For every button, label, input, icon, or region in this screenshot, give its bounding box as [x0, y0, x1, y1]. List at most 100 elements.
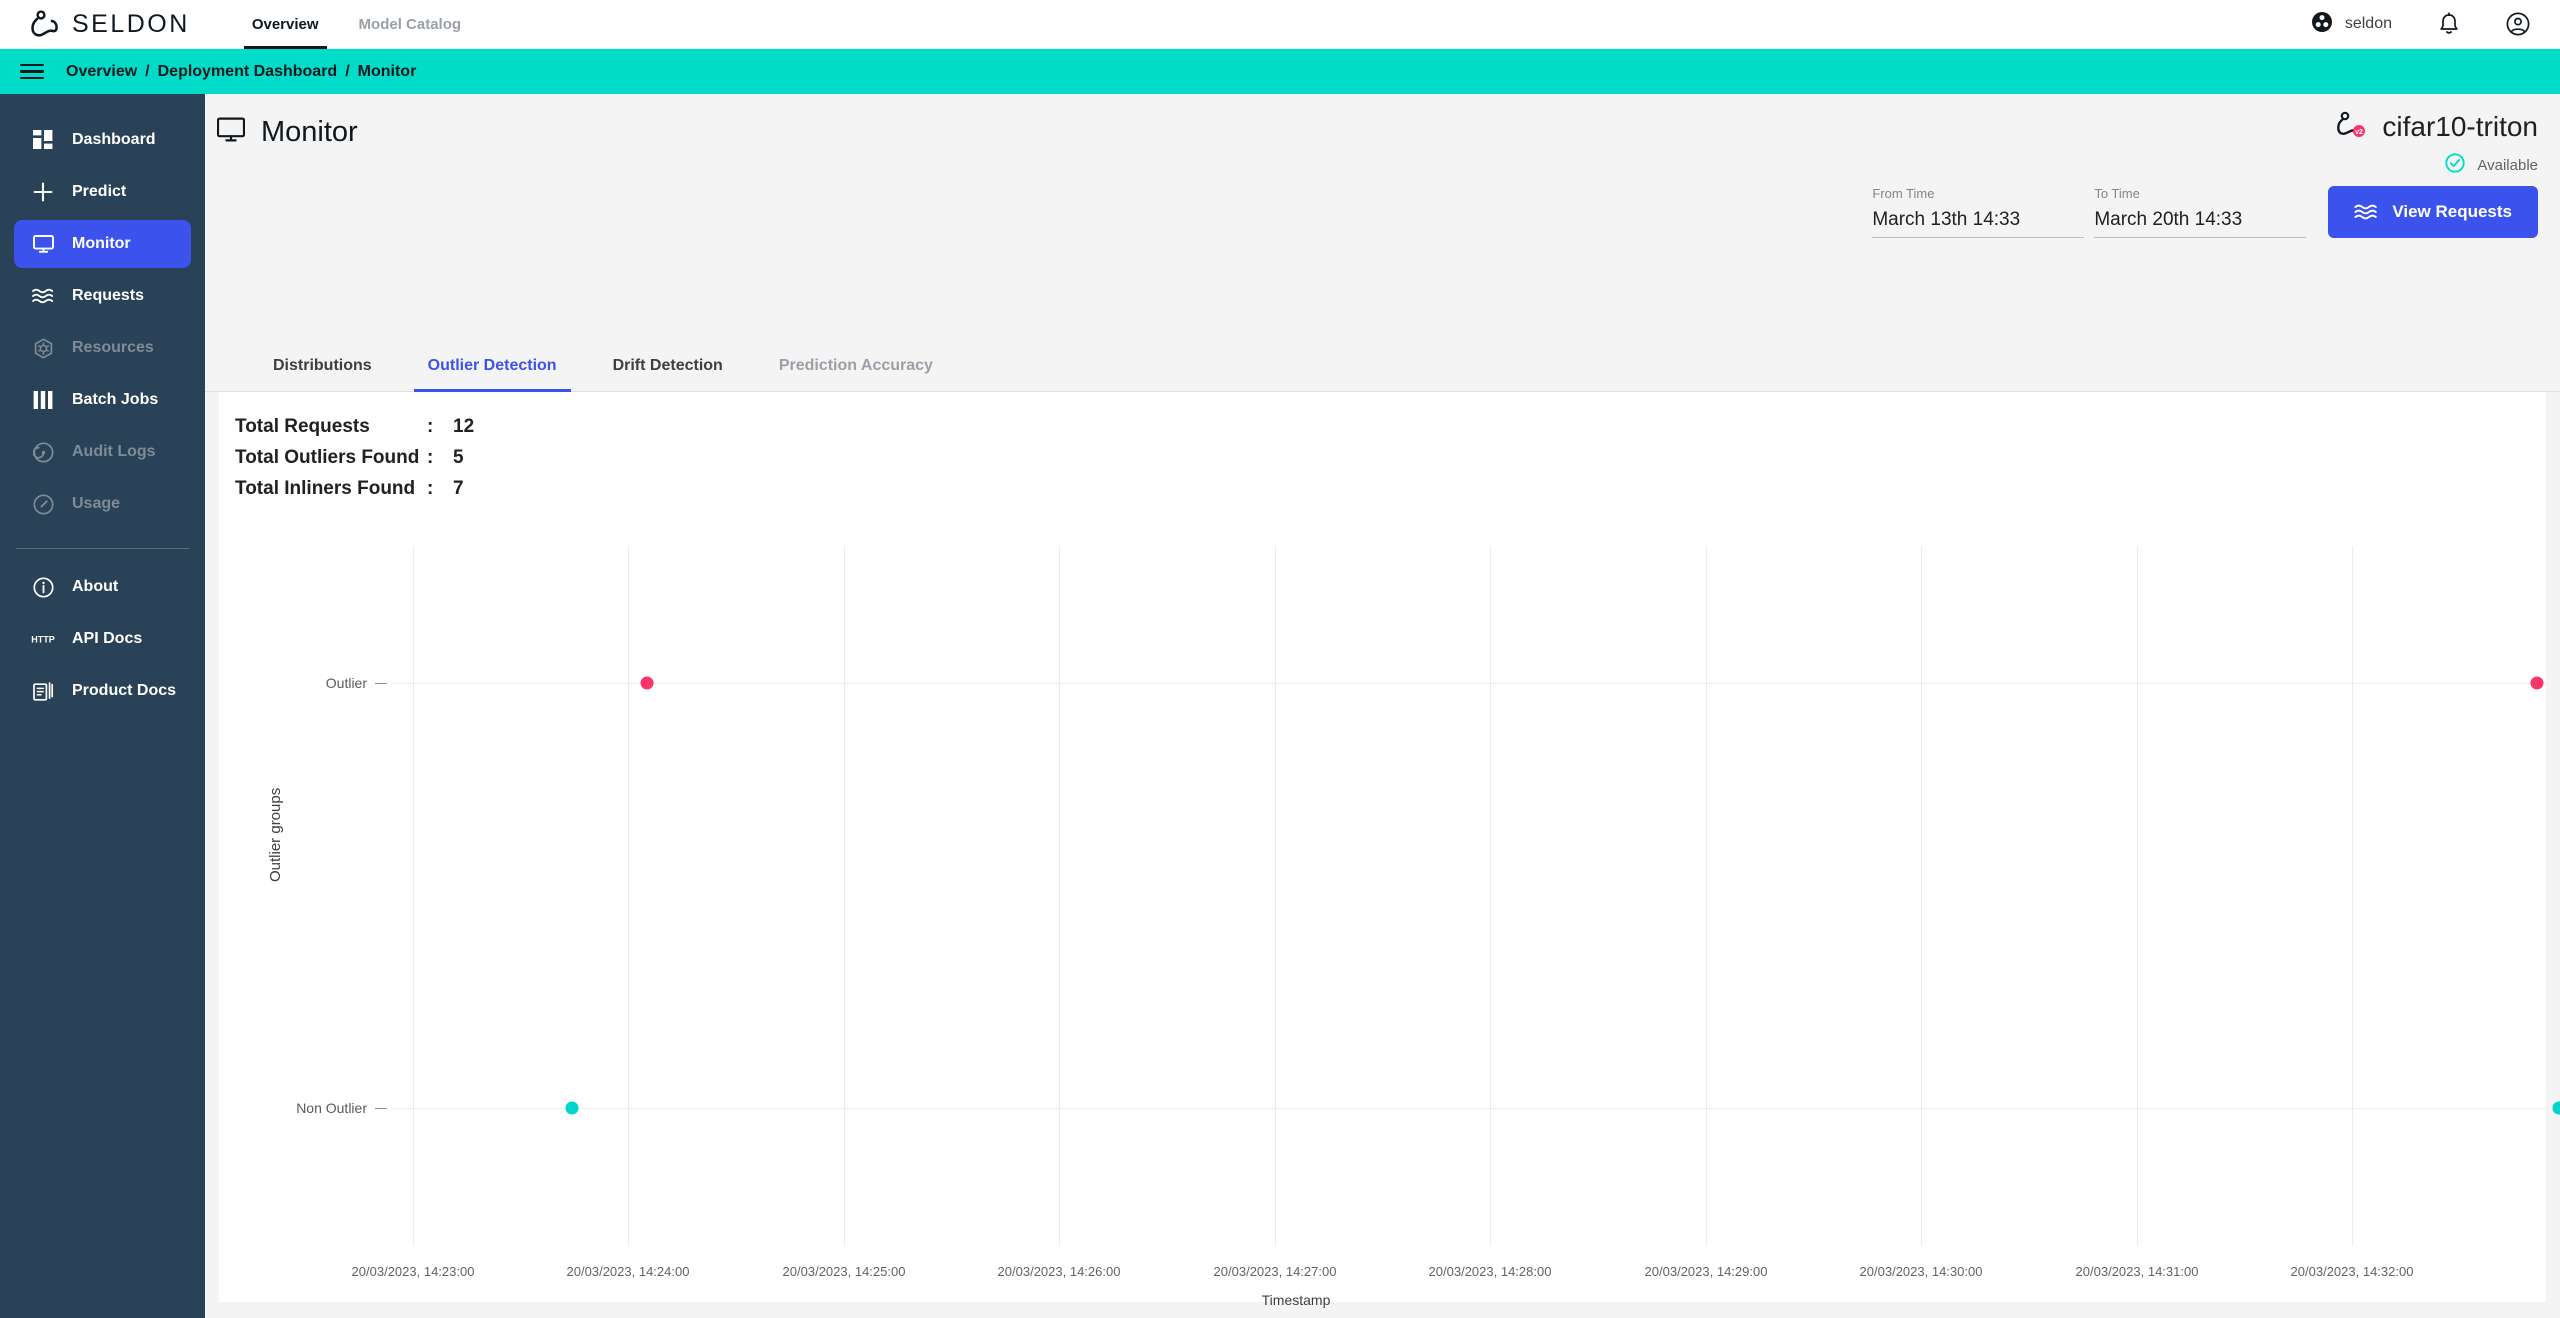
summary-stats: Total Requests : 12 Total Outliers Found…: [219, 392, 2546, 500]
page-title: Monitor: [261, 116, 358, 148]
from-time-field: From Time: [1872, 186, 2085, 238]
account-circle-icon[interactable]: [2506, 12, 2530, 36]
hamburger-menu-icon[interactable]: [20, 60, 44, 84]
sidebar-item-resources[interactable]: Resources: [14, 324, 191, 372]
sidebar-item-monitor[interactable]: Monitor: [14, 220, 191, 268]
deployment-name: cifar10-triton: [2382, 110, 2538, 142]
x-gridline: [2137, 546, 2138, 1246]
to-time-label: To Time: [2094, 186, 2140, 201]
x-gridline: [844, 546, 845, 1246]
seldon-org-icon: [2311, 11, 2333, 38]
sidebar-item-label: Monitor: [72, 235, 131, 252]
x-gridline: [1275, 546, 1276, 1246]
x-gridline: [1059, 546, 1060, 1246]
sidebar-item-label: Requests: [72, 287, 145, 304]
breadcrumb-bar: Overview / Deployment Dashboard / Monito…: [0, 49, 2560, 94]
sidebar-item-label: About: [72, 578, 119, 595]
top-bar-right-cluster: seldon: [2311, 11, 2530, 38]
check-circle-icon: [2445, 153, 2466, 178]
audit-target-icon: [30, 439, 56, 465]
sidebar-item-about[interactable]: About: [14, 563, 191, 611]
tab-prediction-accuracy[interactable]: Prediction Accuracy: [751, 340, 961, 392]
monitor-screen-icon: [30, 231, 56, 257]
organization-name: seldon: [2344, 15, 2392, 32]
sidebar-item-label: Product Docs: [72, 682, 177, 699]
sidebar-item-label: Batch Jobs: [72, 391, 159, 408]
y-tick-label: Outlier: [325, 675, 367, 691]
stat-value: 5: [453, 447, 464, 468]
x-tick-label: 20/03/2023, 14:26:00: [997, 1264, 1121, 1279]
sidebar-item-requests[interactable]: Requests: [14, 272, 191, 320]
seldon-wordmark: SELDON: [72, 9, 190, 38]
breadcrumb-item-monitor[interactable]: Monitor: [358, 63, 417, 81]
stat-total-requests: Total Requests : 12: [235, 416, 2546, 438]
y-tick-mark: [375, 1108, 387, 1109]
sidebar-item-label: Usage: [72, 495, 121, 512]
status-badge: Available: [2336, 153, 2538, 178]
sidebar-item-label: Dashboard: [72, 131, 156, 148]
sidebar-item-label: Resources: [72, 339, 154, 356]
plus-icon: [30, 179, 56, 205]
x-tick-label: 20/03/2023, 14:32:00: [2290, 1264, 2414, 1279]
tab-bar: Distributions Outlier Detection Drift De…: [205, 340, 2560, 392]
sidebar-item-usage[interactable]: Usage: [14, 480, 191, 528]
to-time-input[interactable]: [2094, 209, 2307, 238]
x-gridline: [413, 546, 414, 1246]
tab-outlier-detection[interactable]: Outlier Detection: [400, 340, 585, 392]
sidebar: Dashboard Predict Monitor Requests Resou…: [0, 94, 205, 1318]
waves-icon: [30, 283, 56, 309]
seldon-mark-icon: [30, 9, 64, 39]
dashboard-grid-icon: [30, 127, 56, 153]
sidebar-item-label: API Docs: [72, 630, 143, 647]
stat-label: Total Inliners Found: [235, 478, 416, 499]
tab-distributions[interactable]: Distributions: [245, 340, 400, 392]
data-point-non-outlier[interactable]: [2552, 1101, 2560, 1115]
breadcrumb-separator: /: [145, 62, 150, 80]
stat-value: 12: [453, 416, 475, 437]
data-point-outlier[interactable]: [2530, 676, 2544, 689]
deployment-info: v2 cifar10-triton Available: [2336, 110, 2538, 178]
stat-colon: :: [427, 447, 434, 468]
data-point-non-outlier[interactable]: [565, 1101, 579, 1115]
stat-colon: :: [427, 416, 434, 437]
from-time-input[interactable]: [1872, 209, 2085, 238]
sidebar-item-predict[interactable]: Predict: [14, 168, 191, 216]
to-time-field: To Time: [2094, 186, 2307, 238]
documents-icon: [30, 678, 56, 704]
monitor-screen-icon: [216, 117, 246, 148]
organization-selector[interactable]: seldon: [2311, 11, 2392, 38]
top-nav-overview[interactable]: Overview: [232, 0, 339, 49]
from-time-label: From Time: [1872, 186, 1935, 201]
top-nav-list: Overview Model Catalog: [232, 0, 481, 49]
stat-total-outliers-found: Total Outliers Found : 5: [235, 447, 2546, 469]
top-navigation-bar: SELDON Overview Model Catalog seldon: [0, 0, 2560, 49]
y-tick-label: Non Outlier: [296, 1100, 367, 1116]
svg-text:HTTP: HTTP: [31, 635, 55, 645]
view-requests-button[interactable]: View Requests: [2328, 186, 2538, 238]
sidebar-item-dashboard[interactable]: Dashboard: [14, 116, 191, 164]
notification-bell-icon[interactable]: [2438, 12, 2460, 36]
x-tick-label: 20/03/2023, 14:25:00: [782, 1264, 906, 1279]
breadcrumb-separator: /: [345, 62, 350, 80]
tab-drift-detection[interactable]: Drift Detection: [585, 340, 751, 392]
x-tick-label: 20/03/2023, 14:24:00: [566, 1264, 690, 1279]
breadcrumb-item-overview[interactable]: Overview: [66, 63, 137, 81]
sidebar-item-api-docs[interactable]: HTTP API Docs: [14, 615, 191, 663]
svg-text:v2: v2: [2355, 129, 2363, 136]
y-axis-label: Outlier groups: [267, 787, 284, 882]
sidebar-item-audit-logs[interactable]: Audit Logs: [14, 428, 191, 476]
seldon-logo[interactable]: SELDON: [30, 9, 190, 39]
top-nav-model-catalog[interactable]: Model Catalog: [339, 0, 482, 49]
sidebar-divider: [16, 548, 189, 549]
page-title-group: Monitor: [205, 94, 2560, 149]
sidebar-item-batch-jobs[interactable]: Batch Jobs: [14, 376, 191, 424]
sidebar-item-product-docs[interactable]: Product Docs: [14, 667, 191, 715]
stat-label: Total Outliers Found: [235, 447, 420, 468]
breadcrumb-item-deployment-dashboard[interactable]: Deployment Dashboard: [158, 63, 338, 81]
stat-label: Total Requests: [235, 416, 370, 437]
kubernetes-helm-icon: [30, 335, 56, 361]
y-tick-mark: [375, 683, 387, 684]
breadcrumb: Overview / Deployment Dashboard / Monito…: [66, 63, 416, 81]
data-point-outlier[interactable]: [640, 676, 654, 689]
view-requests-label: View Requests: [2392, 202, 2512, 221]
